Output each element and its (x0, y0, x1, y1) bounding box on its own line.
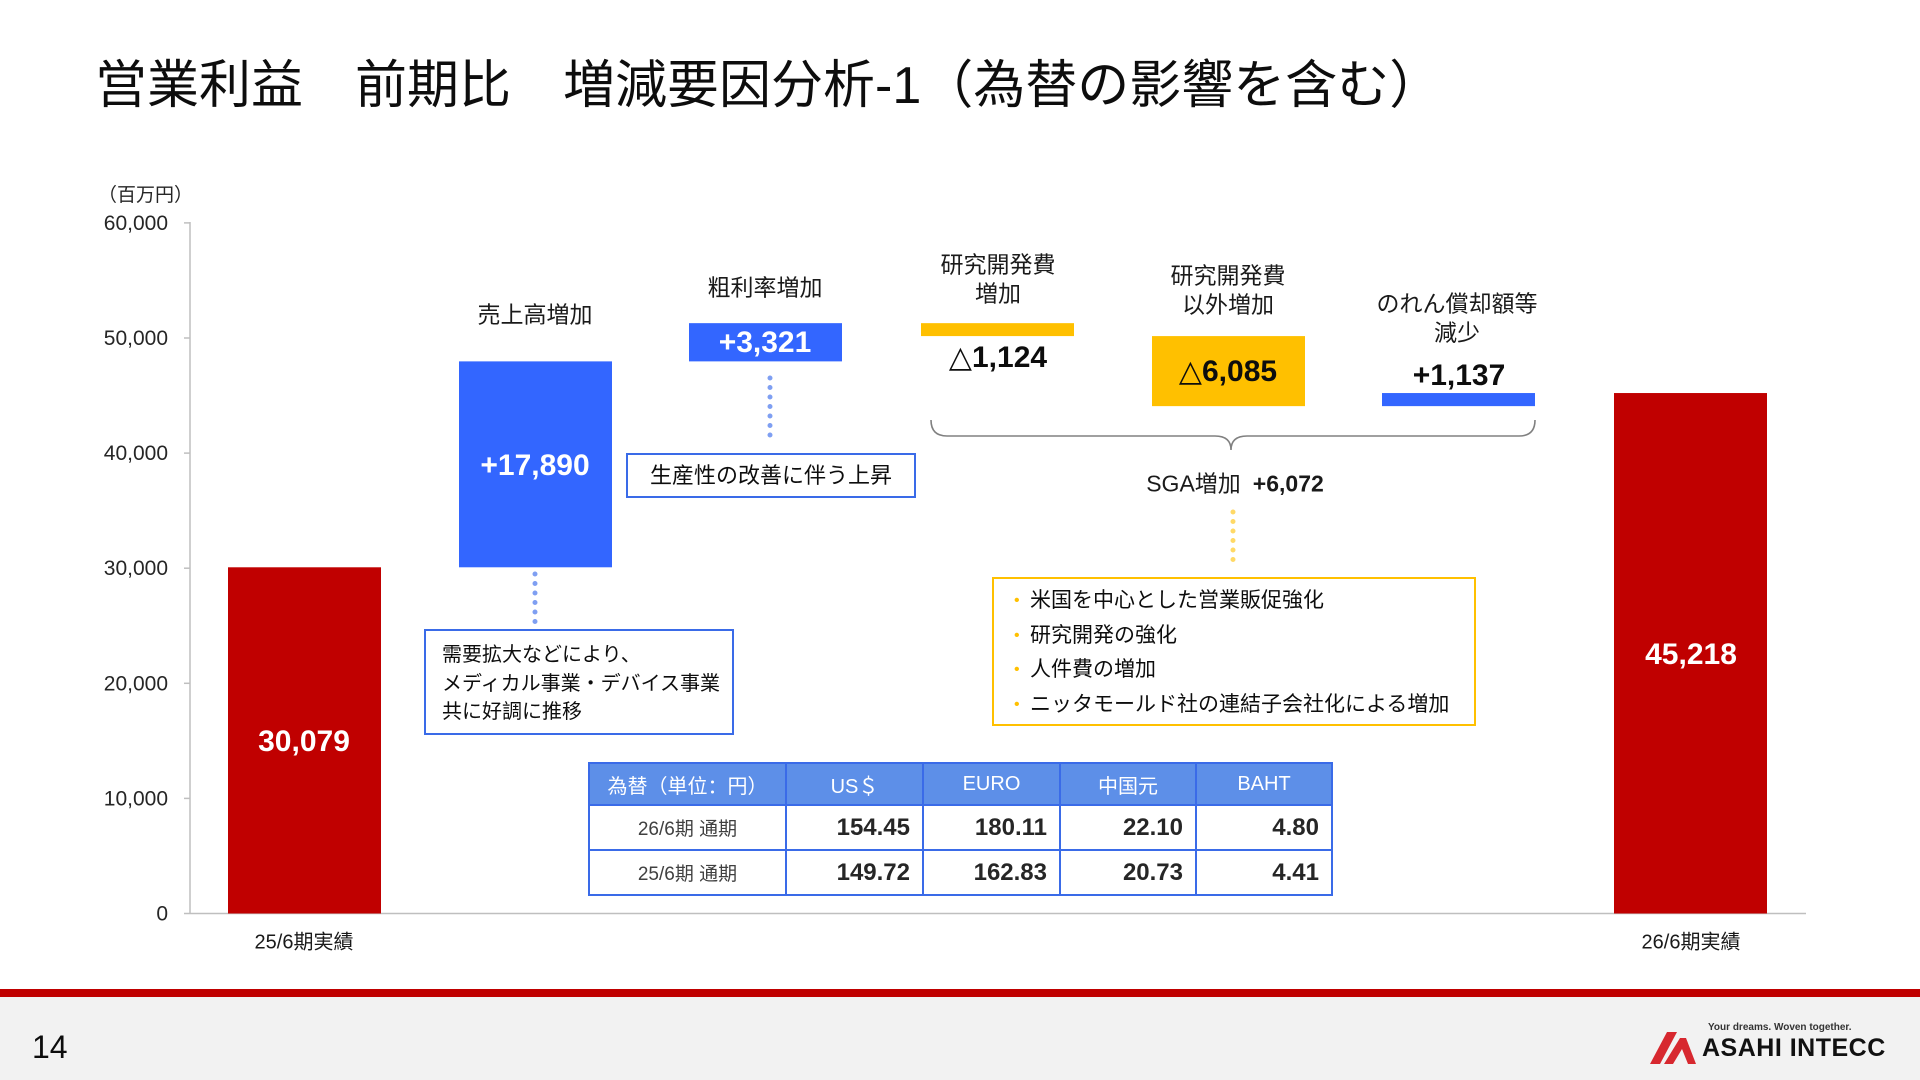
page-number: 14 (32, 1029, 68, 1065)
table-header-cell: 為替（単位：円） (588, 762, 787, 806)
x-label-prior-year: 25/6期実績 (254, 931, 354, 954)
table-row-label: 25/6期 通期 (588, 849, 787, 896)
step-label-gross-margin: 粗利率増加 (707, 274, 823, 301)
y-axis-unit-label: （百万円） (98, 185, 194, 206)
slide: 営業利益 前期比 増減要因分析-1（為替の影響を含む） 0 10,000 20,… (0, 0, 1920, 1080)
value-label-sales-increase: +17,890 (480, 449, 590, 482)
table-header-row: 為替（単位：円） US＄ EURO 中国元 BAHT (588, 762, 1333, 806)
list-item: • 研究開発の強化 (994, 619, 1474, 654)
table-header-cell: EURO (922, 762, 1061, 806)
value-label-rnd: △1,124 (948, 341, 1048, 374)
list-item: • 人件費の増加 (994, 653, 1474, 688)
bullet-icon: • (1014, 661, 1020, 679)
step-label-sales-increase: 売上高増加 (477, 301, 593, 328)
y-tick-label: 60,000 (104, 212, 168, 235)
sga-label-text: SGA増加 (1146, 470, 1241, 497)
logo-mark-icon (1650, 1032, 1696, 1064)
sga-brace (930, 419, 1536, 451)
table-cell: 154.45 (785, 804, 924, 851)
table-cell: 4.41 (1195, 849, 1333, 896)
y-tick-label: 40,000 (104, 442, 168, 465)
table-row-label: 26/6期 通期 (588, 804, 787, 851)
list-item: • ニッタモールド社の連結子会社化による増加 (994, 688, 1474, 723)
step-label-non-rnd: 研究開発費 以外増加 (1170, 262, 1286, 317)
bar-goodwill-amortization-decrease (1382, 393, 1535, 407)
table-cell: 22.10 (1059, 804, 1197, 851)
y-tick-label: 20,000 (104, 672, 168, 695)
table-cell: 162.83 (922, 849, 1061, 896)
table-row: 26/6期 通期 154.45 180.11 22.10 4.80 (588, 804, 1333, 851)
waterfall-chart: 0 10,000 20,000 30,000 40,000 50,000 60,… (104, 212, 1806, 926)
table-cell: 4.80 (1195, 804, 1333, 851)
footer-divider (0, 989, 1920, 997)
bullet-icon: • (1014, 626, 1020, 644)
y-tick-label: 50,000 (104, 327, 168, 350)
step-label-rnd: 研究開発費 増加 (940, 251, 1056, 306)
table-cell: 180.11 (922, 804, 1061, 851)
list-item: • 米国を中心とした営業販促強化 (994, 584, 1474, 619)
list-item-text: 研究開発の強化 (1030, 623, 1177, 647)
y-tick-label: 30,000 (104, 557, 168, 580)
value-label-goodwill: +1,137 (1412, 359, 1506, 392)
logo-tagline: Your dreams. Woven together. (1708, 1022, 1852, 1033)
y-tick-label: 10,000 (104, 787, 168, 810)
footer (0, 997, 1920, 1080)
note-demand: 需要拡大などにより、 メディカル事業・デバイス事業 共に好調に推移 (424, 629, 734, 735)
table-header-cell: BAHT (1195, 762, 1333, 806)
table-row: 25/6期 通期 149.72 162.83 20.73 4.41 (588, 849, 1333, 896)
list-item-text: 人件費の増加 (1030, 658, 1156, 682)
table-cell: 149.72 (785, 849, 924, 896)
value-label-prior-year: 30,079 (258, 725, 350, 758)
x-label-current-year: 26/6期実績 (1641, 931, 1741, 954)
y-tick-label: 0 (156, 903, 168, 926)
sga-total-label: SGA増加 +6,072 (1146, 470, 1324, 499)
logo-wordmark: ASAHI INTECC (1702, 1034, 1886, 1062)
sga-label-value: +6,072 (1252, 470, 1324, 497)
list-item-text: 米国を中心とした営業販促強化 (1030, 589, 1324, 612)
value-label-non-rnd: △6,085 (1178, 355, 1278, 388)
step-label-goodwill: のれん償却額等 減少 (1376, 290, 1538, 345)
note-productivity: 生産性の改善に伴う上昇 (626, 453, 916, 498)
table-cell: 20.73 (1059, 849, 1197, 896)
bullet-icon: • (1014, 695, 1020, 713)
bullet-icon: • (1014, 592, 1020, 609)
list-item-text: ニッタモールド社の連結子会社化による増加 (1030, 692, 1450, 716)
note-sga-factors: • 米国を中心とした営業販促強化 • 研究開発の強化 • 人件費の増加 • ニッタモール… (992, 577, 1476, 726)
value-label-current-year: 45,218 (1645, 638, 1737, 671)
company-logo: Your dreams. Woven together. ASAHI INTEC… (1650, 1020, 1900, 1066)
table-header-cell: 中国元 (1059, 762, 1197, 806)
bar-rnd-cost-increase (921, 323, 1074, 337)
value-label-gross-margin: +3,321 (718, 326, 812, 359)
fx-rate-table: 為替（単位：円） US＄ EURO 中国元 BAHT 26/6期 通期 154.… (588, 762, 1333, 896)
table-header-cell: US＄ (785, 762, 924, 806)
